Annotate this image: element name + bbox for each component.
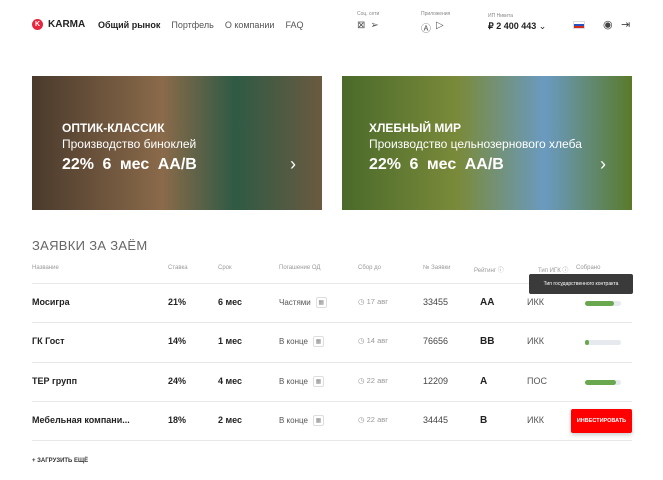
chevron-right-icon[interactable]: › bbox=[290, 154, 296, 175]
col-date: Сбор до bbox=[358, 265, 381, 271]
col-rate: Ставка bbox=[168, 265, 188, 271]
row-term: 4 мес bbox=[218, 375, 243, 386]
row-number: 34445 bbox=[423, 414, 449, 425]
load-more-button[interactable]: + ЗАГРУЗИТЬ ЕЩЁ bbox=[32, 458, 88, 464]
table-row[interactable]: ТЕР групп 24% 4 мес В конце ▦ ◷ 22 авг 12… bbox=[32, 361, 632, 401]
telegram-icon[interactable]: ➢ bbox=[370, 20, 378, 31]
row-term: 2 мес bbox=[218, 414, 243, 425]
tooltip: Тип государственного контракта bbox=[529, 274, 633, 294]
banner-subtitle: Производство биноклей bbox=[62, 137, 197, 151]
row-type: ИКК bbox=[527, 414, 544, 425]
banner-title: ОПТИК-КЛАССИК bbox=[62, 121, 165, 135]
account-switcher[interactable]: ИП Никита ₽ 2 400 443 ⌄ bbox=[488, 13, 546, 32]
col-rating: Рейтинг ⓘ bbox=[474, 268, 504, 274]
row-date: ◷ 22 авг bbox=[358, 414, 388, 424]
logo-icon: K bbox=[32, 19, 43, 30]
chevron-down-icon: ⌄ bbox=[538, 21, 547, 31]
calendar-icon[interactable]: ▦ bbox=[315, 297, 327, 308]
calendar-icon[interactable]: ▦ bbox=[312, 375, 324, 387]
invest-button[interactable]: ИНВЕСТИРОВАТЬ bbox=[571, 408, 632, 433]
banner-stats: 22% 6 мес AA/B bbox=[369, 156, 504, 173]
row-rating: AA bbox=[480, 297, 495, 308]
row-number: 12209 bbox=[423, 375, 449, 386]
col-name: Название bbox=[32, 265, 59, 271]
logo-text: KARMA bbox=[48, 19, 86, 30]
divider bbox=[32, 440, 632, 441]
google-play-icon[interactable]: ▷ bbox=[436, 20, 444, 35]
profile-icon[interactable]: ◉ bbox=[603, 18, 613, 31]
social-label: Соц. сети bbox=[357, 11, 380, 17]
row-repay: В конце ▦ bbox=[279, 375, 324, 387]
account-label: ИП Никита bbox=[488, 13, 513, 19]
row-name: Мебельная компани... bbox=[32, 414, 130, 425]
row-type: ИКК bbox=[527, 336, 544, 347]
row-date: ◷ 17 авг bbox=[358, 297, 388, 306]
row-term: 1 мес bbox=[218, 336, 243, 347]
nav-market[interactable]: Общий рынок bbox=[98, 20, 160, 30]
row-date: ◷ 22 авг bbox=[358, 375, 388, 385]
row-date: ◷ 14 авг bbox=[358, 336, 388, 346]
row-type: ИКК bbox=[527, 297, 544, 307]
row-name: Мосигра bbox=[32, 297, 70, 307]
row-term: 6 мес bbox=[218, 297, 243, 307]
col-type: Тип ИГК ⓘ bbox=[538, 268, 569, 274]
row-repay: В конце ▦ bbox=[279, 336, 324, 348]
collected-progress bbox=[585, 301, 621, 306]
col-term: Срок bbox=[218, 265, 232, 271]
collected-progress bbox=[585, 340, 621, 346]
row-name: ГК Гост bbox=[32, 336, 65, 347]
col-collected: Собрано bbox=[576, 265, 601, 271]
banner-subtitle: Производство цельнозернового хлеба bbox=[369, 137, 582, 151]
row-rate: 18% bbox=[168, 414, 187, 425]
vk-icon[interactable]: ⊠ bbox=[357, 20, 365, 31]
app-links: Приложения Ⓐ ▷ bbox=[421, 11, 450, 35]
clock-icon: ◷ bbox=[358, 375, 365, 385]
apps-label: Приложения bbox=[421, 11, 451, 17]
balance: ₽ 2 400 443 bbox=[488, 21, 537, 31]
chevron-right-icon[interactable]: › bbox=[600, 154, 606, 175]
info-icon[interactable]: ⓘ bbox=[498, 268, 504, 274]
row-rate: 24% bbox=[168, 375, 187, 386]
banner-hlebny[interactable]: ХЛЕБНЫЙ МИР Производство цельнозернового… bbox=[342, 76, 632, 210]
banner-optik[interactable]: ОПТИК-КЛАССИК Производство биноклей 22% … bbox=[32, 76, 322, 210]
row-rating: BB bbox=[480, 336, 495, 348]
row-repay: В конце ▦ bbox=[279, 414, 324, 426]
language-flag-icon[interactable] bbox=[573, 21, 585, 29]
col-number: № Заявки bbox=[423, 265, 451, 271]
clock-icon: ◷ bbox=[358, 336, 365, 346]
calendar-icon[interactable]: ▦ bbox=[312, 414, 324, 426]
section-title: ЗАЯВКИ ЗА ЗАЁМ bbox=[32, 238, 148, 253]
logo[interactable]: K KARMA bbox=[32, 19, 85, 30]
nav-faq[interactable]: FAQ bbox=[285, 20, 303, 30]
clock-icon: ◷ bbox=[358, 297, 365, 306]
nav-portfolio[interactable]: Портфель bbox=[171, 20, 213, 30]
row-number: 76656 bbox=[423, 336, 449, 347]
col-repay: Погашение ОД bbox=[279, 265, 321, 271]
row-type: ПОС bbox=[527, 375, 547, 386]
collected-progress bbox=[585, 379, 621, 385]
row-rate: 21% bbox=[168, 297, 187, 307]
row-rating: B bbox=[480, 414, 488, 426]
table-row[interactable]: Мебельная компани... 18% 2 мес В конце ▦ … bbox=[32, 400, 632, 440]
row-rate: 14% bbox=[168, 336, 187, 347]
banner-title: ХЛЕБНЫЙ МИР bbox=[369, 121, 462, 135]
social-links: Соц. сети ⊠ ➢ bbox=[357, 11, 379, 31]
banner-stats: 22% 6 мес AA/B bbox=[62, 156, 197, 173]
table-row[interactable]: ГК Гост 14% 1 мес В конце ▦ ◷ 14 авг 7665… bbox=[32, 322, 632, 361]
main-nav: Общий рынок Портфель О компании FAQ bbox=[98, 20, 303, 30]
nav-about[interactable]: О компании bbox=[225, 20, 275, 30]
app-store-icon[interactable]: Ⓐ bbox=[421, 20, 431, 35]
row-rating: A bbox=[480, 375, 488, 387]
calendar-icon[interactable]: ▦ bbox=[312, 336, 324, 348]
row-repay: Частями ▦ bbox=[279, 297, 327, 308]
row-name: ТЕР групп bbox=[32, 375, 78, 386]
logout-icon[interactable]: ⇥ bbox=[621, 18, 630, 31]
row-number: 33455 bbox=[423, 297, 449, 307]
clock-icon: ◷ bbox=[358, 414, 365, 424]
